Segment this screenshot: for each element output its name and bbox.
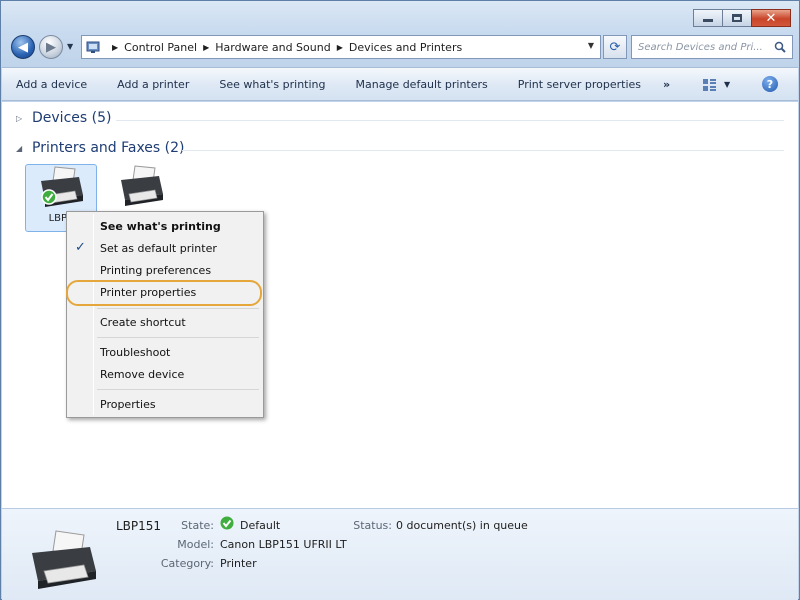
menu-item-label: Remove device <box>100 367 185 381</box>
devices-and-printers-window: ✕ ◀ ▶ ▼ ▶ Control Panel ▶ Hardware and S… <box>0 0 800 600</box>
manage-default-printers-button[interactable]: Manage default printers <box>356 78 488 91</box>
menu-item-printer-properties[interactable]: Printer properties <box>66 280 263 306</box>
menu-item-label: Printing preferences <box>100 263 212 277</box>
breadcrumb-separator-icon[interactable]: ▶ <box>337 43 343 52</box>
print-server-properties-button[interactable]: Print server properties <box>518 78 641 91</box>
search-icon[interactable] <box>774 41 786 53</box>
refresh-icon: ⟳ <box>609 39 621 55</box>
add-a-printer-button[interactable]: Add a printer <box>117 78 189 91</box>
back-arrow-icon: ◀ <box>18 39 28 55</box>
add-a-device-button[interactable]: Add a device <box>16 78 87 91</box>
default-check-icon <box>220 516 234 530</box>
recent-pages-dropdown-icon[interactable]: ▼ <box>67 42 73 51</box>
maximize-button[interactable] <box>722 9 752 27</box>
group-divider <box>182 150 784 151</box>
search-input[interactable] <box>638 41 768 53</box>
category-value: Printer <box>220 557 257 570</box>
minimize-icon <box>703 19 713 22</box>
default-check-icon <box>41 189 57 205</box>
group-devices-header[interactable]: ▷ Devices (5) <box>16 110 111 126</box>
menu-item-set-as-default-printer[interactable]: ✓ Set as default printer <box>67 238 263 258</box>
expand-icon[interactable]: ▷ <box>16 114 24 123</box>
view-dropdown-icon[interactable]: ▼ <box>724 80 730 89</box>
state-label: State: <box>181 519 214 532</box>
menu-item-properties[interactable]: Properties <box>67 394 263 414</box>
close-icon: ✕ <box>765 10 777 26</box>
menu-separator <box>97 337 259 338</box>
view-options-icon[interactable] <box>702 78 718 92</box>
control-panel-icon <box>86 41 100 53</box>
command-bar: Add a device Add a printer See what's pr… <box>2 67 798 101</box>
breadcrumb-devices-and-printers[interactable]: Devices and Printers <box>349 41 462 54</box>
checkmark-icon: ✓ <box>75 240 86 255</box>
group-printers-label: Printers and Faxes (2) <box>32 140 185 156</box>
group-printers-header[interactable]: ◢ Printers and Faxes (2) <box>16 140 185 156</box>
close-button[interactable]: ✕ <box>751 9 791 27</box>
breadcrumb-hardware-and-sound[interactable]: Hardware and Sound <box>215 41 330 54</box>
address-dropdown-icon[interactable]: ▼ <box>588 41 594 50</box>
status-label: Status: <box>353 519 392 532</box>
menu-item-remove-device[interactable]: Remove device <box>67 364 263 384</box>
printer-icon <box>41 166 83 207</box>
menu-separator <box>97 308 259 309</box>
menu-item-label: See what's printing <box>100 219 221 233</box>
help-icon[interactable]: ? <box>762 76 778 92</box>
highlight-ring <box>66 280 262 306</box>
navigation-bar: ◀ ▶ ▼ ▶ Control Panel ▶ Hardware and Sou… <box>9 33 793 61</box>
breadcrumb-separator-icon[interactable]: ▶ <box>203 43 209 52</box>
details-pane: LBP151 State: Default Model: Canon LBP15… <box>2 508 798 600</box>
state-value: Default <box>240 519 281 532</box>
back-button[interactable]: ◀ <box>11 35 35 59</box>
model-value: Canon LBP151 UFRII LT <box>220 538 347 551</box>
group-divider <box>116 120 784 121</box>
see-whats-printing-button[interactable]: See what's printing <box>219 78 325 91</box>
menu-item-printing-preferences[interactable]: Printing preferences <box>67 260 263 280</box>
menu-item-see-whats-printing[interactable]: See what's printing <box>67 216 263 236</box>
category-label: Category: <box>160 557 214 570</box>
status-value: 0 document(s) in queue <box>396 519 528 532</box>
menu-item-label: Set as default printer <box>100 241 217 255</box>
refresh-button[interactable]: ⟳ <box>603 35 627 59</box>
printer-icon <box>32 530 96 589</box>
group-devices-label: Devices (5) <box>32 110 112 126</box>
search-box <box>631 35 793 59</box>
collapse-icon[interactable]: ◢ <box>16 144 24 153</box>
menu-item-label: Troubleshoot <box>100 345 171 359</box>
breadcrumb-separator-icon[interactable]: ▶ <box>112 43 118 52</box>
menu-item-troubleshoot[interactable]: Troubleshoot <box>67 342 263 362</box>
forward-button[interactable]: ▶ <box>39 35 63 59</box>
maximize-icon <box>732 14 742 22</box>
model-label: Model: <box>177 538 214 551</box>
minimize-button[interactable] <box>693 9 723 27</box>
printer-icon <box>121 165 163 206</box>
address-bar[interactable]: ▶ Control Panel ▶ Hardware and Sound ▶ D… <box>81 35 601 59</box>
breadcrumb-control-panel[interactable]: Control Panel <box>124 41 197 54</box>
caption-buttons: ✕ <box>693 9 791 27</box>
forward-arrow-icon: ▶ <box>46 39 56 55</box>
menu-item-create-shortcut[interactable]: Create shortcut <box>67 312 263 332</box>
menu-item-label: Properties <box>100 397 156 411</box>
menu-separator <box>97 389 259 390</box>
context-menu: See what's printing ✓ Set as default pri… <box>66 211 264 418</box>
more-commands-icon[interactable]: » <box>663 78 670 91</box>
menu-item-label: Create shortcut <box>100 315 186 329</box>
